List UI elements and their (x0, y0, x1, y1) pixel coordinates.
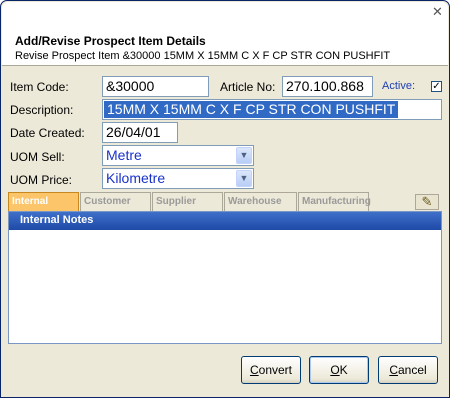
tab-customer[interactable]: Customer (80, 192, 151, 211)
article-no-label: Article No: (220, 80, 276, 94)
tab-strip: Internal Customer Supplier Warehouse Man… (8, 192, 442, 211)
uom-price-value: Kilometre (106, 170, 166, 186)
ok-button[interactable]: OK (309, 356, 369, 384)
prospect-item-dialog: ✕ Add/Revise Prospect Item Details Revis… (0, 0, 450, 398)
dialog-header: ✕ Add/Revise Prospect Item Details Revis… (2, 2, 448, 66)
chevron-down-icon[interactable]: ▼ (236, 147, 252, 164)
chevron-down-icon[interactable]: ▼ (236, 170, 252, 187)
date-created-label: Date Created: (10, 126, 85, 140)
uom-price-select[interactable]: Kilometre ▼ (102, 168, 254, 189)
ok-label: K (339, 363, 348, 377)
item-code-label: Item Code: (10, 80, 69, 94)
description-value: 15MM X 15MM C X F CP STR CON PUSHFIT (104, 101, 399, 118)
dialog-subtitle: Revise Prospect Item &30000 15MM X 15MM … (15, 50, 391, 62)
close-icon[interactable]: ✕ (431, 5, 444, 18)
ok-accelerator: O (330, 363, 340, 377)
convert-accelerator: C (249, 363, 259, 377)
tab-supplier[interactable]: Supplier (152, 192, 223, 211)
active-label: Active: (382, 80, 416, 92)
article-no-field[interactable]: 270.100.868 (282, 76, 373, 97)
uom-sell-label: UOM Sell: (10, 150, 65, 164)
convert-label: onvert (258, 363, 293, 377)
tab-manufacturing[interactable]: Manufacturing (298, 192, 371, 211)
uom-sell-value: Metre (106, 147, 142, 163)
date-created-field[interactable]: 26/04/01 (102, 122, 178, 143)
cancel-button[interactable]: Cancel (378, 356, 438, 384)
tab-internal[interactable]: Internal (8, 192, 79, 211)
convert-button[interactable]: Convert (241, 356, 301, 384)
description-field[interactable]: 15MM X 15MM C X F CP STR CON PUSHFIT (102, 99, 442, 120)
item-code-field[interactable]: &30000 (102, 76, 209, 97)
edit-notes-icon[interactable]: ✎ (415, 194, 439, 210)
dialog-title: Add/Revise Prospect Item Details (15, 34, 206, 48)
active-checkbox[interactable]: ✓ (431, 81, 442, 92)
uom-price-label: UOM Price: (10, 173, 73, 187)
internal-notes-panel[interactable]: Internal Notes (8, 211, 442, 344)
cancel-label: ancel (397, 363, 427, 377)
cancel-accelerator: C (389, 363, 398, 377)
tab-warehouse[interactable]: Warehouse (224, 192, 297, 211)
internal-notes-header: Internal Notes (9, 212, 441, 230)
uom-sell-select[interactable]: Metre ▼ (102, 145, 254, 166)
description-label: Description: (10, 103, 74, 117)
